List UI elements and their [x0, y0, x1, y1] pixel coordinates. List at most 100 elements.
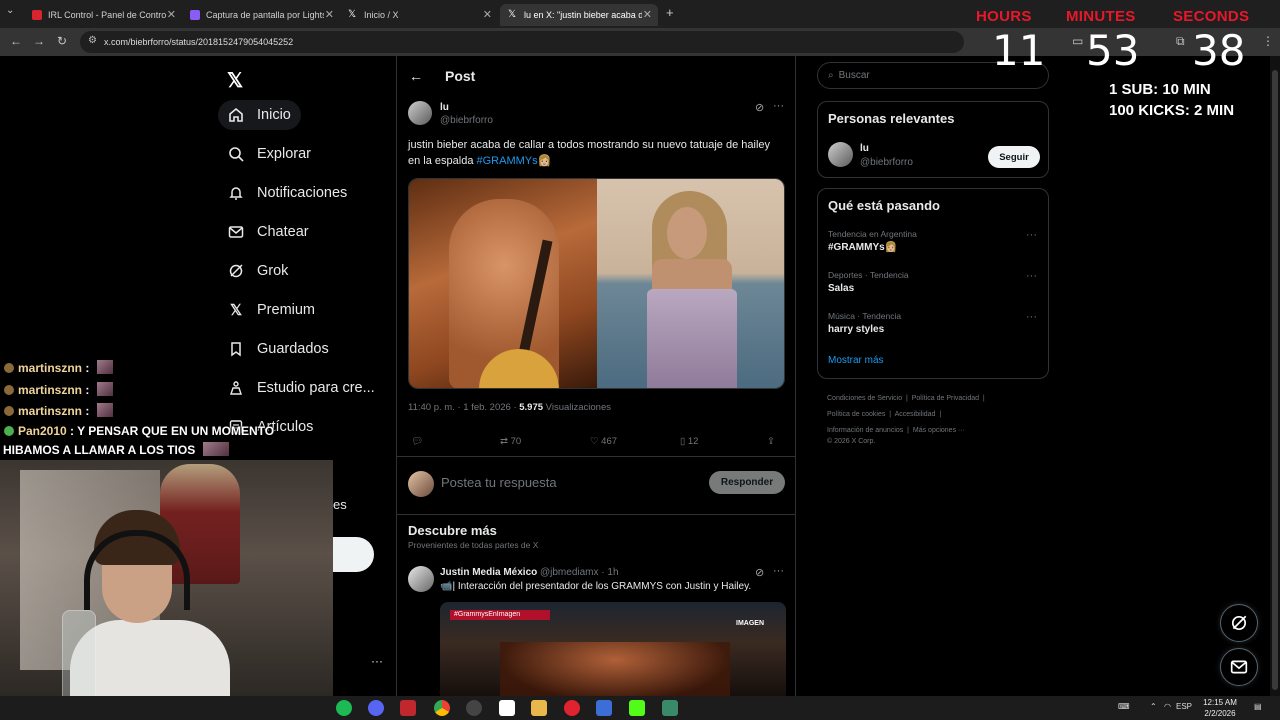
nav-item-explorar[interactable]: Explorar	[218, 139, 321, 169]
post-button[interactable]	[333, 537, 374, 572]
new-tab-icon[interactable]: +	[666, 5, 674, 20]
trend-name[interactable]: harry styles	[828, 324, 884, 335]
nav-item-guardados[interactable]: Guardados	[218, 334, 339, 364]
reply-button[interactable]: Responder	[709, 471, 785, 494]
chevron-up-icon[interactable]: ⌃	[1150, 702, 1157, 711]
back-arrow-icon[interactable]: ←	[10, 34, 22, 48]
more-options-icon[interactable]: ···	[773, 565, 784, 577]
scrollbar-thumb[interactable]	[1272, 70, 1278, 690]
app-green-icon[interactable]	[662, 700, 678, 716]
grok-icon[interactable]: ⊘	[755, 566, 764, 579]
avatar[interactable]	[408, 566, 434, 592]
ads-info-link[interactable]: Información de anuncios	[827, 427, 903, 434]
obs-icon[interactable]	[466, 700, 482, 716]
reload-icon[interactable]: ↻	[57, 34, 67, 48]
opera-icon[interactable]	[564, 700, 580, 716]
x-logo-icon[interactable]: 𝕏	[227, 68, 243, 93]
tweet-media[interactable]	[408, 178, 785, 389]
page-scrollbar[interactable]	[1270, 56, 1280, 696]
media-image-back-tattoo[interactable]	[409, 179, 597, 388]
accessibility-link[interactable]: Accesibilidad	[895, 411, 936, 418]
bookmark-button[interactable]: ▯ 12	[680, 436, 698, 447]
nav-item-estudio[interactable]: Estudio para cre...	[218, 373, 385, 403]
media-image-woman-beach[interactable]	[596, 179, 784, 388]
author-name[interactable]: lu	[860, 143, 869, 154]
image-dress-shape	[646, 289, 737, 388]
more-options-link[interactable]: Más opciones ···	[913, 427, 965, 434]
tweet-time[interactable]: 11:40 p. m. · 1 feb. 2026 ·	[408, 402, 519, 413]
trend-name[interactable]: #GRAMMYs👩🏼	[828, 242, 897, 253]
keyboard-icon[interactable]: ⌨	[1118, 702, 1130, 711]
grok-float-button[interactable]	[1220, 604, 1258, 642]
share-icon[interactable]: ⇪	[767, 436, 775, 447]
chrome-icon[interactable]	[434, 700, 450, 716]
nav-label: Chatear	[257, 224, 309, 240]
wifi-icon[interactable]: ◠	[1164, 702, 1171, 711]
tab-label: Inicio / X	[364, 10, 399, 20]
close-icon[interactable]: ✕	[643, 8, 652, 21]
forward-arrow-icon[interactable]: →	[33, 34, 45, 48]
tweet-meta: 11:40 p. m. · 1 feb. 2026 · 5.975 Visual…	[408, 402, 611, 413]
nav-item-grok[interactable]: Grok	[218, 256, 298, 286]
show-more-link[interactable]: Mostrar más	[828, 355, 884, 366]
my-avatar[interactable]	[408, 471, 434, 497]
tweet-text: 📹| Interacción del presentador de los GR…	[440, 581, 752, 592]
close-icon[interactable]: ✕	[483, 8, 492, 21]
nav-item-inicio[interactable]: Inicio	[218, 100, 301, 130]
close-icon[interactable]: ✕	[325, 8, 334, 21]
messages-float-button[interactable]	[1220, 648, 1258, 686]
trend-category: Deportes · Tendencia	[828, 270, 909, 280]
tweet-media[interactable]: #GrammysEnImagen IMAGEN	[440, 602, 786, 696]
reply-icon[interactable]: 💬︎	[411, 436, 423, 447]
terms-link[interactable]: Condiciones de Servicio	[827, 395, 902, 402]
nav-label: Premium	[257, 302, 316, 318]
app-red-icon[interactable]	[400, 700, 416, 716]
footer-links: Condiciones de Servicio | Política de Pr…	[827, 391, 1047, 450]
more-options-icon[interactable]: ···	[1026, 229, 1037, 241]
taskbar-clock[interactable]: 12:15 AM 2/2/2026	[1196, 697, 1244, 719]
hashtag-link[interactable]: #GRAMMYs	[477, 155, 538, 167]
folder-icon[interactable]	[531, 700, 547, 716]
follow-button[interactable]: Seguir	[988, 146, 1040, 168]
site-settings-icon[interactable]: ⚙	[88, 35, 97, 46]
author-handle[interactable]: @biebrforro	[860, 157, 913, 168]
trend-category: Tendencia en Argentina	[828, 229, 917, 239]
retweet-button[interactable]: ⇄ 70	[500, 436, 521, 447]
author-name[interactable]: lu	[440, 102, 449, 113]
back-arrow-icon[interactable]: ←	[409, 68, 423, 84]
author-handle[interactable]: @biebrforro	[440, 115, 493, 126]
spotify-icon[interactable]	[336, 700, 352, 716]
more-options-icon[interactable]: ···	[773, 100, 784, 112]
tab-inicio-x[interactable]: 𝕏 Inicio / X ✕	[340, 4, 498, 26]
cookies-link[interactable]: Política de cookies	[827, 411, 885, 418]
grok-icon[interactable]: ⊘	[755, 101, 764, 114]
avatar[interactable]	[828, 142, 853, 167]
tab-lightshot[interactable]: Captura de pantalla por Lightshot ✕	[182, 4, 340, 26]
nav-item-notificaciones[interactable]: Notificaciones	[218, 178, 357, 208]
app-white-icon[interactable]	[499, 700, 515, 716]
reply-input[interactable]: Postea tu respuesta	[441, 475, 557, 490]
more-options-icon[interactable]: ···	[1026, 270, 1037, 282]
tab-post-active[interactable]: 𝕏 lu en X: "justin bieber acaba de ✕	[500, 4, 658, 26]
author-handle[interactable]: @jbmediamx · 1h	[540, 567, 619, 578]
retweet-count: 70	[510, 436, 522, 447]
notifications-icon[interactable]: ▤	[1254, 702, 1262, 711]
more-options-icon[interactable]: ···	[371, 654, 383, 668]
author-name[interactable]: Justin Media México	[440, 567, 537, 578]
tab-list-icon[interactable]: ⌄	[6, 5, 14, 16]
like-button[interactable]: ♡ 467	[590, 436, 617, 447]
kick-icon[interactable]	[629, 700, 645, 716]
discord-icon[interactable]	[368, 700, 384, 716]
more-options-icon[interactable]: ···	[1026, 311, 1037, 323]
grok-icon	[228, 263, 244, 279]
url-field[interactable]: ⚙ x.com/biebrforro/status/20181524790540…	[80, 31, 964, 53]
tab-irl-control[interactable]: IRL Control - Panel de Control ✕	[24, 4, 182, 26]
privacy-link[interactable]: Política de Privacidad	[912, 395, 979, 402]
nav-item-chatear[interactable]: Chatear	[218, 217, 319, 247]
language-indicator[interactable]: ESP	[1176, 702, 1192, 711]
app-blue-icon[interactable]	[596, 700, 612, 716]
trend-name[interactable]: Salas	[828, 283, 854, 294]
avatar[interactable]	[408, 101, 432, 125]
nav-item-premium[interactable]: 𝕏 Premium	[218, 295, 325, 325]
close-icon[interactable]: ✕	[167, 8, 176, 21]
